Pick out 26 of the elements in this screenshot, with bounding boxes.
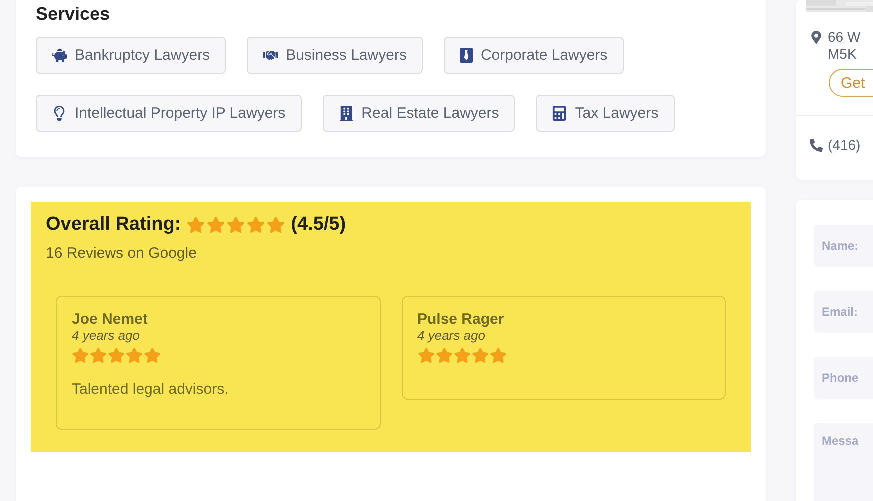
handshake-icon: [263, 48, 278, 63]
rating-label: Overall Rating:: [46, 214, 182, 236]
rating-score: (4.5/5): [291, 214, 346, 236]
calculator-icon: [552, 106, 568, 121]
review-time: 4 years ago: [72, 328, 141, 343]
address-line: 66 W: [828, 29, 861, 46]
service-tag[interactable]: Corporate Lawyers: [444, 37, 624, 74]
service-tag[interactable]: Bankruptcy Lawyers: [36, 37, 226, 74]
phone-icon: [810, 138, 823, 152]
service-tag[interactable]: Real Estate Lawyers: [322, 95, 516, 132]
map-pin-icon: [810, 31, 823, 44]
review-text: Talented legal advisors.: [72, 381, 230, 398]
piggy-bank-icon: [52, 48, 67, 63]
phone-number: (416): [828, 137, 861, 153]
section-title: Services: [36, 4, 112, 25]
service-tag[interactable]: Business Lawyers: [247, 37, 423, 74]
review-count: 16 Reviews on Google: [46, 245, 198, 262]
building-icon: [338, 106, 354, 121]
review-time: 4 years ago: [418, 328, 486, 343]
tie-icon: [460, 48, 473, 63]
service-tag[interactable]: Intellectual Property IP Lawyers: [36, 95, 302, 132]
reviewer-name: Joe Nemet: [72, 311, 149, 328]
reviewer-name: Pulse Rager: [418, 311, 506, 328]
address-line: M5K: [828, 46, 858, 63]
service-tag[interactable]: Tax Lawyers: [536, 95, 675, 132]
lightbulb-icon: [52, 106, 67, 121]
